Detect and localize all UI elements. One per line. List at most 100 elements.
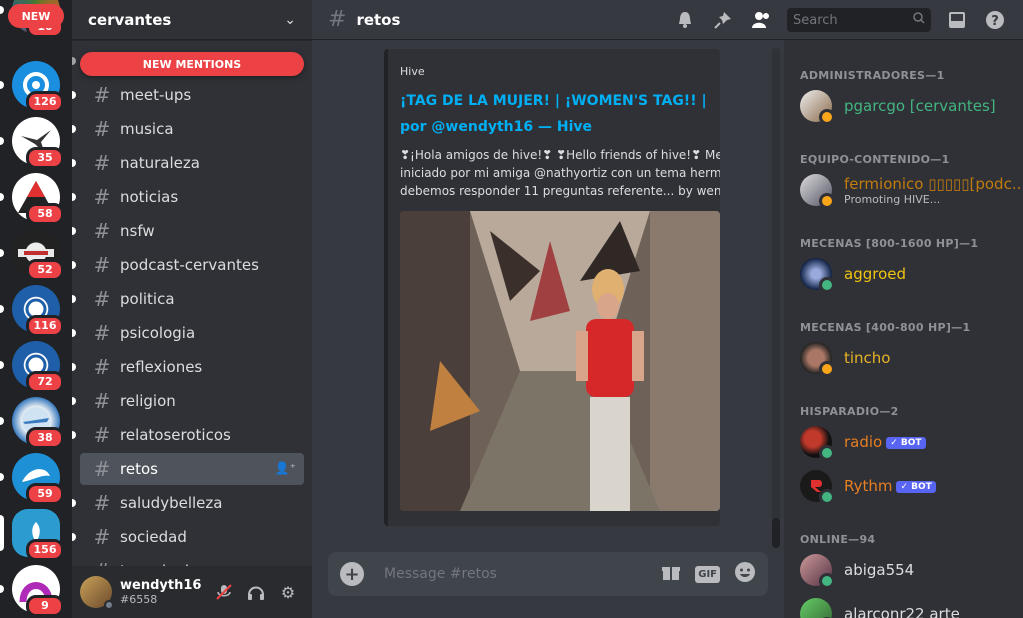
upload-plus-button[interactable]: +: [340, 562, 364, 586]
channel-noticias[interactable]: # noticias: [72, 181, 304, 213]
new-mentions-pill[interactable]: NEW MENTIONS: [80, 52, 304, 76]
channel-name: relatoseroticos: [120, 426, 231, 444]
status-indicator: [819, 445, 835, 461]
server-icon-6[interactable]: 116: [0, 285, 64, 337]
svg-text:?: ?: [991, 14, 999, 29]
bot-badge: ✓ BOT: [886, 437, 926, 449]
search-icon: [913, 12, 925, 28]
member-item[interactable]: aggroed: [800, 254, 1020, 294]
channel-header: # retos Search ?: [312, 0, 1023, 40]
header-toolbar: Search ?: [673, 0, 1007, 40]
channel-naturaleza[interactable]: # naturaleza: [72, 147, 304, 179]
member-name: fermionico ▯▯▯▯▯[podc...: [844, 174, 1020, 193]
embed-provider[interactable]: Hive: [400, 65, 720, 78]
embed-image[interactable]: [400, 211, 720, 511]
channel-reflexiones[interactable]: # reflexiones: [72, 351, 304, 383]
member-name: abiga554: [844, 561, 915, 579]
hash-icon: #: [93, 423, 111, 447]
member-item[interactable]: fermionico ▯▯▯▯▯[podc... Promoting HIVE.…: [800, 170, 1020, 210]
gift-icon[interactable]: [661, 562, 681, 587]
unread-indicator: [72, 193, 76, 201]
unread-indicator: [72, 91, 76, 99]
member-item[interactable]: alarconr22 arte: [800, 594, 1020, 618]
unread-indicator: [0, 473, 4, 481]
server-icon-8[interactable]: 38: [0, 397, 64, 449]
member-group-header: MECENAS [800-1600 HP]—1: [800, 237, 979, 250]
channel-nsfw[interactable]: # nsfw: [72, 215, 304, 247]
gear-icon[interactable]: ⚙: [272, 576, 304, 608]
channel-religion[interactable]: # religion: [72, 385, 304, 417]
member-item[interactable]: pgarcgo [cervantes]: [800, 86, 1020, 126]
server-icon-11[interactable]: 9: [0, 565, 64, 617]
hash-icon: #: [93, 525, 111, 549]
server-icon-10-selected[interactable]: 156: [0, 509, 64, 561]
channel-politica[interactable]: # politica: [72, 283, 304, 315]
avatar: [800, 174, 835, 209]
server-icon-3[interactable]: 35: [0, 117, 64, 169]
chat-scrollbar[interactable]: [772, 48, 780, 548]
channel-meet-ups[interactable]: # meet-ups: [72, 79, 304, 111]
inbox-icon[interactable]: [945, 8, 969, 32]
channel-podcast-cervantes[interactable]: # podcast-cervantes: [72, 249, 304, 281]
chat-scrollbar-thumb[interactable]: [772, 518, 780, 548]
status-indicator: [819, 109, 835, 125]
unread-indicator: [0, 585, 4, 593]
channel-musica[interactable]: # musica: [72, 113, 304, 145]
channel-psicologia[interactable]: # psicologia: [72, 317, 304, 349]
channel-relatoseroticos[interactable]: # relatoseroticos: [72, 419, 304, 451]
server-icon-9[interactable]: 59: [0, 453, 64, 505]
woman-mural-photo: [400, 211, 720, 511]
member-item[interactable]: Rythm ✓ BOT: [800, 466, 1020, 506]
unread-indicator: [72, 329, 76, 337]
message-input[interactable]: Message #retos: [384, 566, 647, 582]
member-name: pgarcgo [cervantes]: [844, 97, 996, 115]
server-icon-4[interactable]: 58: [0, 173, 64, 225]
hash-icon: #: [93, 83, 111, 107]
bell-icon[interactable]: [673, 8, 697, 32]
avatar: [800, 90, 835, 125]
embed-title-link[interactable]: ¡TAG DE LA MUJER! | ¡WOMEN'S TAG!! | por…: [400, 88, 720, 140]
mute-microphone-icon[interactable]: [208, 576, 240, 608]
message-composer[interactable]: + Message #retos GIF: [328, 552, 768, 596]
username: wendyth16: [120, 578, 202, 593]
help-icon[interactable]: ?: [983, 8, 1007, 32]
mention-badge: 58: [26, 203, 64, 225]
server-icon-2[interactable]: 126: [0, 61, 64, 113]
search-input[interactable]: Search: [787, 8, 931, 32]
member-group-header: HISPARADIO—2: [800, 405, 899, 418]
gif-button[interactable]: GIF: [695, 565, 720, 583]
member-list: ADMINISTRADORES—1 pgarcgo [cervantes] EQ…: [784, 40, 1023, 618]
avatar[interactable]: [80, 576, 114, 610]
headphones-icon[interactable]: [240, 576, 272, 608]
member-item[interactable]: tincho: [800, 338, 1020, 378]
channel-saludybelleza[interactable]: # saludybelleza: [72, 487, 304, 519]
member-item[interactable]: radio ✓ BOT: [800, 422, 1020, 462]
hash-icon: #: [328, 7, 347, 32]
server-icon-5[interactable]: 52: [0, 229, 64, 281]
unread-indicator: [0, 6, 4, 14]
member-name: alarconr22 arte: [844, 605, 960, 618]
new-unreads-pill[interactable]: NEW: [8, 4, 64, 28]
mention-badge: 116: [26, 315, 64, 337]
status-indicator: [819, 489, 835, 505]
members-list-icon[interactable]: [749, 8, 773, 32]
channel-name: religion: [120, 392, 176, 410]
server-header[interactable]: cervantes ⌄: [72, 0, 312, 40]
mention-badge: 59: [26, 483, 64, 505]
unread-indicator: [0, 361, 4, 369]
member-name: radio ✓ BOT: [844, 433, 926, 451]
avatar: [800, 258, 835, 293]
avatar: [800, 470, 835, 505]
pin-icon[interactable]: [711, 8, 735, 32]
unread-indicator: [72, 227, 76, 235]
channel-retos[interactable]: # retos 👤⁺: [80, 453, 304, 485]
member-name: aggroed: [844, 265, 906, 283]
server-icon-7[interactable]: 72: [0, 341, 64, 393]
member-item[interactable]: abiga554: [800, 550, 1020, 590]
add-member-icon[interactable]: 👤⁺: [275, 461, 296, 475]
hash-icon: #: [93, 219, 111, 243]
emoji-icon[interactable]: [734, 561, 756, 588]
hash-icon: #: [93, 151, 111, 175]
unread-indicator: [0, 249, 4, 257]
channel-sociedad[interactable]: # sociedad: [72, 521, 304, 553]
